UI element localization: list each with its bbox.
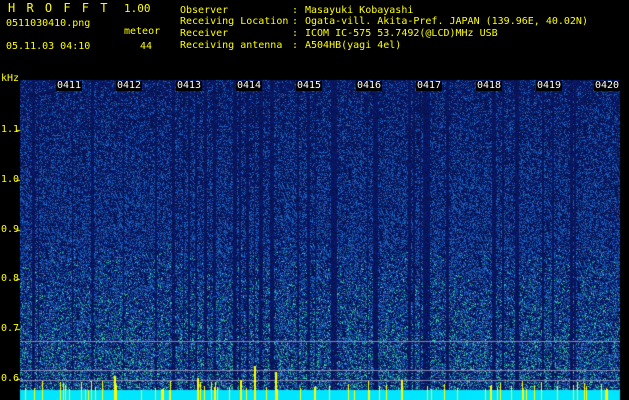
- app-version: 1.00: [124, 2, 151, 15]
- time-label: 0412: [116, 80, 143, 91]
- file-name: 0511030410.png: [6, 18, 91, 29]
- time-label: 0415: [296, 80, 323, 91]
- separator: :: [292, 16, 299, 27]
- timestamp: 05.11.03 04:10: [6, 41, 91, 52]
- time-label: 0420: [594, 80, 621, 91]
- time-label: 0414: [236, 80, 263, 91]
- receiver-key: Receiver: [180, 28, 229, 39]
- separator: :: [292, 28, 299, 39]
- spectrogram-canvas: [0, 0, 629, 400]
- y-tick-label: 1.1: [1, 124, 20, 135]
- antenna-value: A504HB(yagi 4el): [305, 40, 402, 51]
- time-label: 0419: [536, 80, 563, 91]
- hrofft-window: H R O F F T 1.00 0511030410.png meteor 0…: [0, 0, 629, 400]
- time-label: 0413: [176, 80, 203, 91]
- y-tick-label: 0.7: [1, 323, 20, 334]
- app-title: H R O F F T: [8, 1, 110, 15]
- meteor-count: 44: [140, 41, 153, 52]
- y-tick-label: 0.9: [1, 224, 20, 235]
- time-label: 0411: [56, 80, 83, 91]
- y-tick-label: 0.6: [1, 373, 20, 384]
- location-key: Receiving Location: [180, 16, 289, 27]
- time-label: 0417: [416, 80, 443, 91]
- location-value: Ogata-vill. Akita-Pref. JAPAN (139.96E, …: [305, 16, 588, 27]
- time-label: 0418: [476, 80, 503, 91]
- antenna-key: Receiving antenna: [180, 40, 283, 51]
- y-tick-label: 1.0: [1, 174, 20, 185]
- y-tick-label: 0.8: [1, 273, 20, 284]
- meteor-label: meteor: [124, 26, 161, 37]
- y-axis-unit: kHz: [1, 73, 20, 84]
- separator: :: [292, 40, 299, 51]
- time-label: 0416: [356, 80, 383, 91]
- receiver-value: ICOM IC-575 53.7492(@LCD)MHz USB: [305, 28, 498, 39]
